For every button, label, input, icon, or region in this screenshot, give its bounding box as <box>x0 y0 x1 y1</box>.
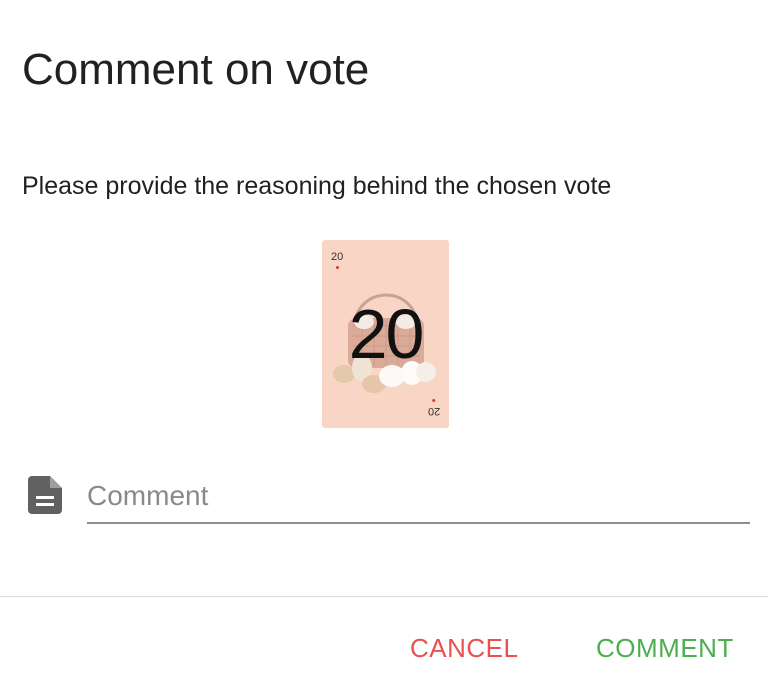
card-corner-top: 20 <box>331 251 343 269</box>
actions-divider <box>0 596 768 597</box>
card-pip <box>335 266 339 269</box>
comment-dialog: Comment on vote Please provide the reaso… <box>0 0 768 693</box>
dialog-subtitle: Please provide the reasoning behind the … <box>22 172 612 200</box>
cancel-button[interactable]: CANCEL <box>402 626 526 670</box>
dialog-title: Comment on vote <box>22 45 370 94</box>
card-corner-bottom-value: 20 <box>427 405 440 417</box>
document-icon <box>28 476 62 514</box>
comment-button[interactable]: COMMENT <box>588 626 742 670</box>
card-pip <box>432 399 436 402</box>
vote-card: 20 20 20 <box>322 240 449 428</box>
card-value: 20 <box>348 295 425 373</box>
card-corner-top-value: 20 <box>331 251 344 263</box>
comment-input[interactable] <box>87 470 750 524</box>
card-corner-bottom: 20 <box>428 399 440 417</box>
comment-field <box>0 470 768 530</box>
